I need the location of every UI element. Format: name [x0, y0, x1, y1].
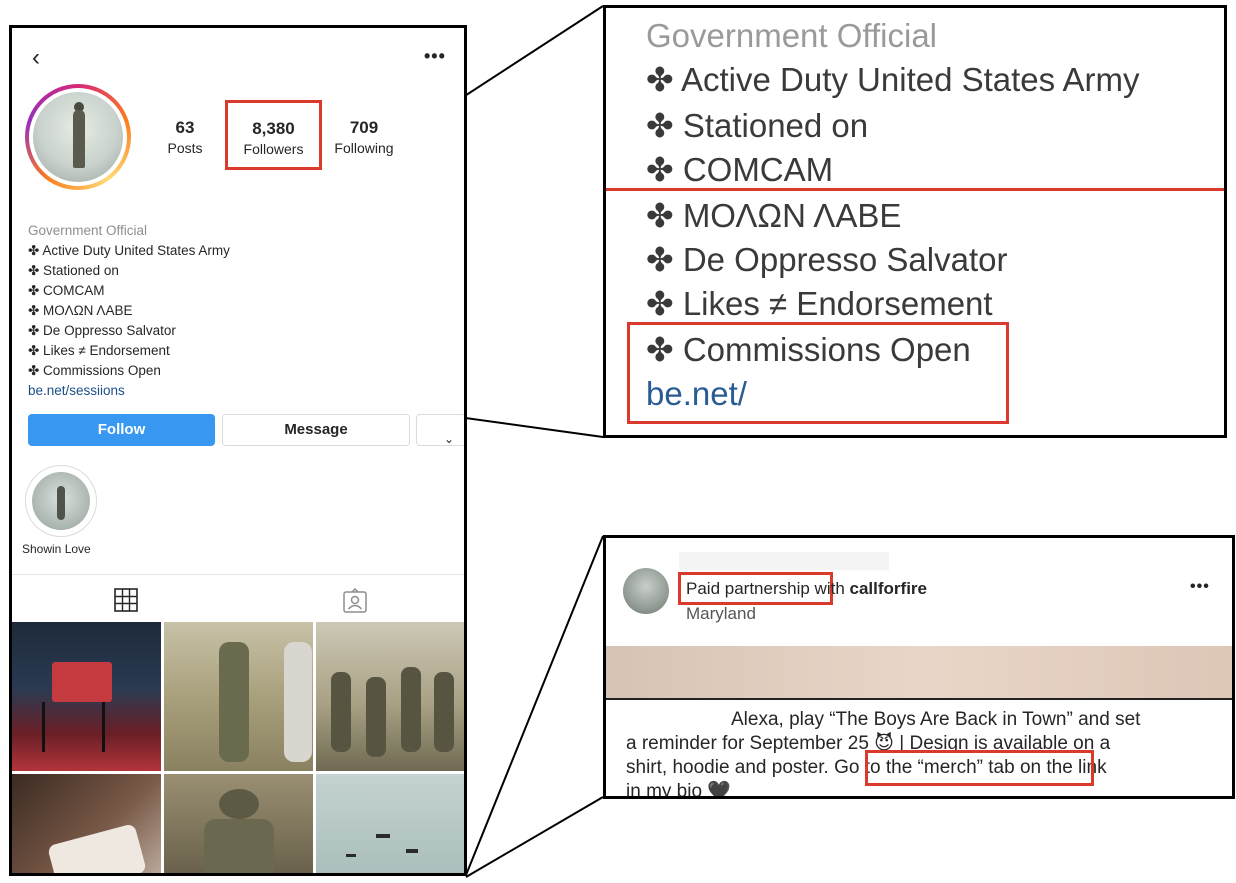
post-thumbnail[interactable]	[164, 774, 313, 873]
highlight-box-bio-top	[606, 8, 1224, 191]
profile-screen: ‹ ••• 63 Posts 8,380 Followers 709 Follo…	[9, 25, 467, 876]
posts-count[interactable]: 63 Posts	[160, 118, 210, 156]
zoom-bio-line: ✤ Likes ≠ Endorsement	[646, 285, 993, 322]
caption-segment: shirt, hoodie and poster.	[626, 757, 829, 778]
highlight-box-merch	[865, 750, 1094, 786]
paid-partnership-label: Paid partnership	[686, 579, 810, 598]
following-label: Following	[334, 140, 394, 156]
post-header: Paid partnership with callforfire	[686, 579, 927, 599]
partner-username[interactable]: callforfire	[850, 579, 927, 598]
post-avatar[interactable]	[623, 568, 669, 614]
followers-number: 8,380	[252, 119, 295, 138]
bio-line: ✤ COMCAM	[28, 283, 105, 298]
zoom-bio-line: ✤ De Oppresso Salvator	[646, 241, 1008, 278]
zoom-bio-line: ✤ ΜΟΛΩΝ ΛΑΒΕ	[646, 197, 902, 234]
chevron-down-icon: ⌄	[444, 432, 455, 446]
bio-line: ✤ Commissions Open	[28, 363, 161, 378]
caption-line: Alexa, play “The Boys Are Back in Town” …	[731, 709, 1141, 730]
grid-icon[interactable]	[114, 588, 138, 612]
post-image-strip	[606, 646, 1232, 698]
tabs-divider	[12, 574, 464, 575]
bio-line: ✤ Active Duty United States Army	[28, 243, 230, 258]
story-highlight[interactable]	[25, 465, 97, 537]
redacted-username	[679, 552, 889, 570]
bio-zoom-panel: Government Official ✤ Active Duty United…	[603, 5, 1227, 438]
following-number: 709	[349, 118, 379, 137]
post-thumbnail[interactable]	[12, 774, 161, 873]
bio-line: ✤ De Oppresso Salvator	[28, 323, 176, 338]
ellipsis-icon[interactable]: •••	[424, 46, 446, 67]
post-thumbnail[interactable]	[316, 774, 464, 873]
tagged-icon[interactable]	[342, 588, 368, 614]
with-text: with	[814, 579, 845, 598]
highlight-label: Showin Love	[22, 542, 91, 556]
chevron-left-icon[interactable]: ‹	[32, 46, 40, 70]
panel-divider	[606, 698, 1232, 700]
post-thumbnail[interactable]	[12, 622, 161, 771]
bio-line: ✤ ΜΟΛΩΝ ΛΑΒΕ	[28, 303, 133, 318]
followers-count[interactable]: 8,380 Followers	[225, 100, 322, 170]
following-count[interactable]: 709 Following	[329, 118, 399, 156]
ellipsis-icon[interactable]: •••	[1190, 578, 1210, 596]
bio-line: ✤ Stationed on	[28, 263, 119, 278]
bio-line: ✤ Likes ≠ Endorsement	[28, 343, 170, 358]
bio-link[interactable]: be.net/sessiions	[28, 381, 328, 401]
follow-button[interactable]: Follow	[28, 414, 215, 446]
profile-avatar[interactable]	[25, 84, 131, 190]
profile-bio: Government Official ✤ Active Duty United…	[28, 221, 328, 401]
post-thumbnail[interactable]	[316, 622, 464, 771]
highlight-box-commissions	[627, 322, 1009, 424]
suggested-dropdown-button[interactable]	[416, 414, 464, 446]
followers-label: Followers	[243, 141, 304, 157]
post-thumbnail[interactable]	[164, 622, 313, 771]
posts-label: Posts	[167, 140, 203, 156]
post-zoom-panel: Paid partnership with callforfire Maryla…	[603, 535, 1235, 799]
post-location[interactable]: Maryland	[686, 604, 756, 624]
posts-number: 63	[175, 118, 195, 137]
message-button[interactable]: Message	[222, 414, 410, 446]
bio-category: Government Official	[28, 223, 148, 238]
